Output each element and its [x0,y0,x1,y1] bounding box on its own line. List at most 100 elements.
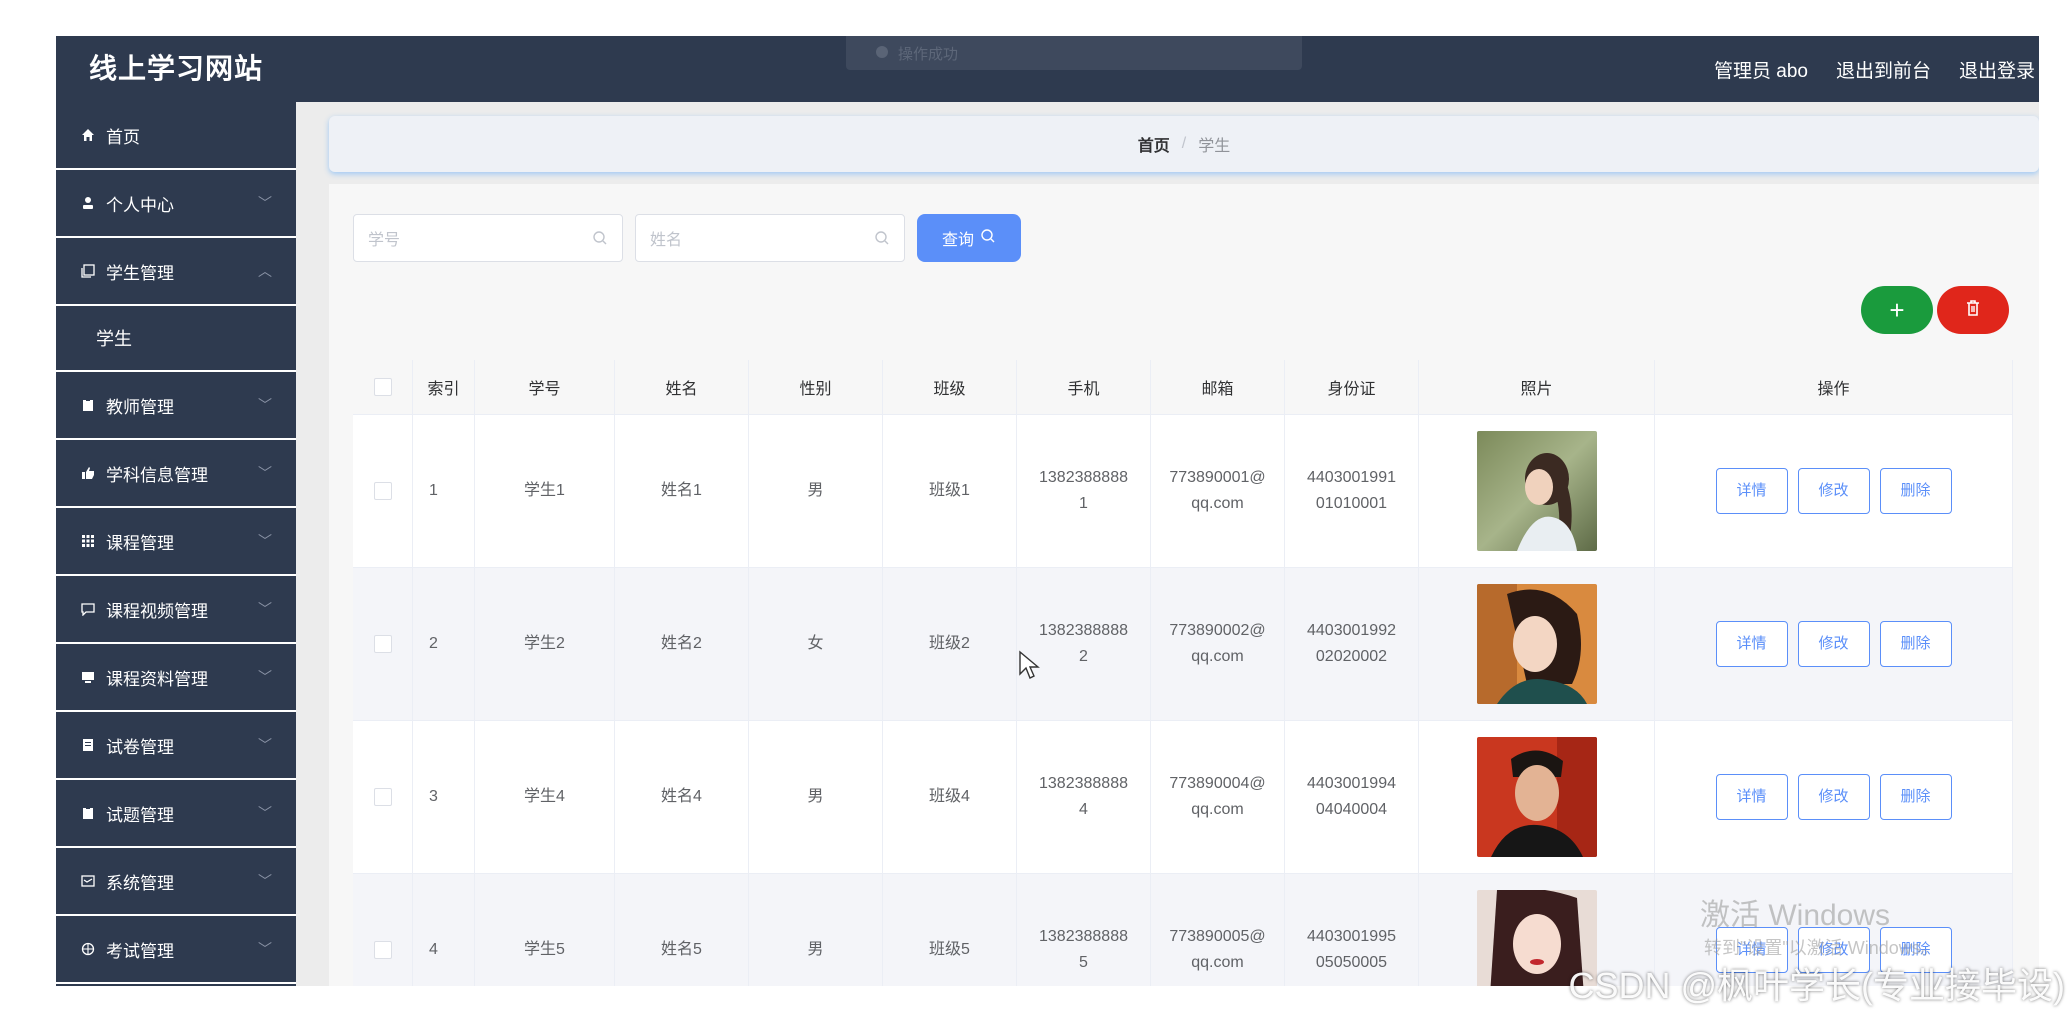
name-search-input[interactable]: 姓名 [635,214,905,262]
delete-button[interactable]: 删除 [1879,774,1952,820]
edit-button[interactable]: 修改 [1797,621,1870,667]
phone-cell: 1382388888 5 [1017,874,1151,986]
top-bar: 线上学习网站 操作成功 管理员 abo 退出到前台 退出登录 [56,36,2039,102]
mouse-cursor-icon [1018,650,1040,685]
detail-button[interactable]: 详情 [1715,621,1788,667]
student-photo[interactable] [1476,584,1597,704]
input-placeholder: 姓名 [650,232,683,249]
breadcrumb-current: 学生 [1198,138,1231,155]
row-checkbox[interactable] [373,482,392,500]
student-photo[interactable] [1476,431,1597,551]
sidebar-item-label: 试题管理 [106,805,174,825]
id-line: 4403001995 [1307,928,1396,945]
thumb-icon [80,465,96,481]
gender-cell: 女 [749,568,883,720]
column-header[interactable]: 操作 [1655,360,2013,414]
sidebar-item-label: 课程资料管理 [106,669,208,689]
chevron-down-icon: ﹀ [258,397,272,413]
sidebar-item-student-management[interactable]: 学生管理 ︿ [56,238,296,306]
email-line: 773890002@ [1169,622,1266,639]
sidebar-item-personal-center[interactable]: 个人中心 ﹀ [56,170,296,238]
student-number-cell: 学生1 [475,415,615,567]
row-checkbox[interactable] [373,941,392,959]
row-checkbox[interactable] [373,788,392,806]
toast-message: 操作成功 [898,46,959,63]
site-title: 线上学习网站 [89,53,264,84]
table-row[interactable]: 3 学生4 姓名4 男 班级4 1382388888 4 773890004@ qq… [353,721,2013,874]
breadcrumb-home-link[interactable]: 首页 [1138,132,1170,156]
column-header[interactable]: 学号 [475,360,615,414]
sidebar-item-paper-management[interactable]: 试卷管理 ﹀ [56,712,296,780]
sidebar-item-question-management[interactable]: 试题管理 ﹀ [56,780,296,848]
photo-cell [1419,415,1655,567]
phone-line: 1382388888 [1039,928,1128,945]
query-button[interactable]: 查询 [917,214,1021,262]
id-line: 05050005 [1315,954,1388,971]
chevron-down-icon: ﹀ [258,805,272,821]
id-line: 4403001991 [1307,469,1396,486]
delete-button[interactable]: 删除 [1879,468,1952,514]
gender-cell: 男 [749,721,883,873]
select-all-checkbox[interactable] [373,378,392,396]
student-photo[interactable] [1476,737,1597,857]
sidebar-item-subject-info-management[interactable]: 学科信息管理 ﹀ [56,440,296,508]
target-icon [80,941,96,957]
sidebar-item-teacher-management[interactable]: 教师管理 ﹀ [56,372,296,440]
chevron-down-icon: ﹀ [258,195,272,211]
row-checkbox[interactable] [373,635,392,653]
delete-button[interactable]: 删除 [1879,621,1952,667]
batch-delete-button[interactable] [1937,286,2009,334]
student-number-cell: 学生5 [475,874,615,986]
column-header[interactable]: 索引 [413,360,475,414]
monitor-icon [80,669,96,685]
name-cell: 姓名2 [615,568,749,720]
class-cell: 班级2 [883,568,1017,720]
detail-button[interactable]: 详情 [1715,774,1788,820]
phone-cell: 1382388888 4 [1017,721,1151,873]
actions-cell: 详情 修改 删除 [1655,415,2013,567]
table-row[interactable]: 2 学生2 姓名2 女 班级2 1382388888 2 773890002@ qq… [353,568,2013,721]
sidebar-item-course-video-management[interactable]: 课程视频管理 ﹀ [56,576,296,644]
sidebar-item-label: 试卷管理 [106,737,174,757]
add-button[interactable]: + [1861,286,1933,334]
sidebar-subitem-student[interactable]: 学生 [56,306,296,372]
column-header[interactable]: 手机 [1017,360,1151,414]
column-header[interactable]: 照片 [1419,360,1655,414]
photo-cell [1419,721,1655,873]
detail-button[interactable]: 详情 [1715,468,1788,514]
row-actions: 详情 修改 删除 [1715,468,1952,514]
sidebar-item-course-material-management[interactable]: 课程资料管理 ﹀ [56,644,296,712]
query-button-label: 查询 [941,232,974,249]
edit-button[interactable]: 修改 [1797,774,1870,820]
row-select-cell [353,415,413,567]
gender-cell: 男 [749,874,883,986]
name-cell: 姓名4 [615,721,749,873]
content-panel: 学号 姓名 查询 + 索引 学号 姓名 性别 班级 手机 邮箱 身份证 照片 操… [329,184,2039,986]
logout-link[interactable]: 退出登录 [1959,56,2035,83]
column-header[interactable]: 班级 [883,360,1017,414]
clipboard-icon [80,397,96,413]
column-header[interactable]: 性别 [749,360,883,414]
sidebar-item-course-management[interactable]: 课程管理 ﹀ [56,508,296,576]
chevron-down-icon: ﹀ [258,601,272,617]
chevron-up-icon: ︿ [258,263,272,279]
exit-to-frontend-link[interactable]: 退出到前台 [1836,56,1931,83]
sidebar-item-label: 课程视频管理 [106,601,208,621]
student-number-search-input[interactable]: 学号 [353,214,623,262]
column-header[interactable]: 身份证 [1285,360,1419,414]
sidebar-item-system-management[interactable]: 系统管理 ﹀ [56,848,296,916]
app-window: 线上学习网站 操作成功 管理员 abo 退出到前台 退出登录 首页 个人中心 ﹀ [56,36,2039,986]
sidebar-item-home[interactable]: 首页 [56,102,296,170]
column-header[interactable]: 姓名 [615,360,749,414]
table-row[interactable]: 1 学生1 姓名1 男 班级1 1382388888 1 773890001@ qq… [353,415,2013,568]
student-number-cell: 学生2 [475,568,615,720]
row-select-cell [353,568,413,720]
edit-button[interactable]: 修改 [1797,468,1870,514]
sidebar-item-label: 学科信息管理 [106,465,208,485]
success-icon [876,46,888,58]
id-line: 04040004 [1315,801,1388,818]
sidebar-item-exam-management[interactable]: 考试管理 ﹀ [56,916,296,984]
index-cell: 1 [413,415,475,567]
id-line: 02020002 [1315,648,1388,665]
column-header[interactable]: 邮箱 [1151,360,1285,414]
